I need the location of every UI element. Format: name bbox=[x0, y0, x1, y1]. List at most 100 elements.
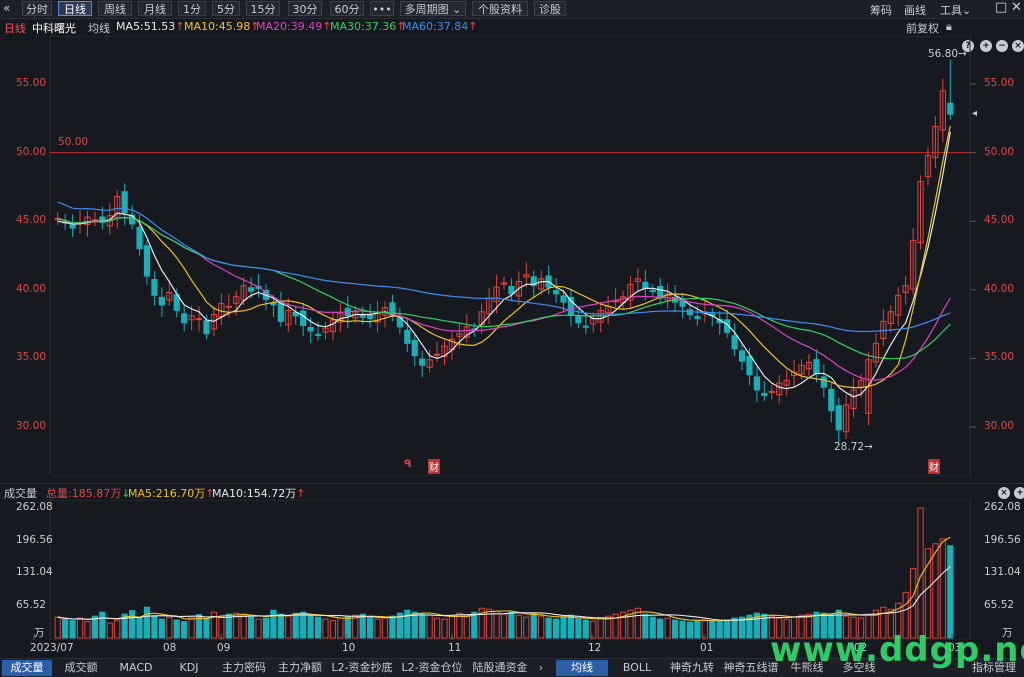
tab-main-code[interactable]: 主力密码 bbox=[218, 660, 270, 676]
tools-label: 工具 bbox=[940, 4, 962, 17]
volume-bar bbox=[716, 621, 723, 639]
volume-bar bbox=[530, 612, 537, 639]
volume-bar bbox=[307, 614, 314, 639]
tab-boll[interactable]: BOLL bbox=[612, 660, 662, 676]
candle bbox=[262, 284, 270, 310]
volume-bar bbox=[270, 609, 277, 639]
volume-bar bbox=[724, 619, 731, 639]
tab-30min[interactable]: 30分 bbox=[288, 1, 322, 16]
current-price-marker-icon: ◂ bbox=[972, 108, 978, 119]
tab-turnover[interactable]: 成交额 bbox=[56, 660, 106, 676]
candle bbox=[917, 175, 924, 250]
chips-button[interactable]: 筹码 bbox=[870, 2, 892, 18]
more-button[interactable]: ••• bbox=[370, 1, 394, 16]
candle bbox=[657, 278, 664, 306]
volume-bar bbox=[649, 616, 656, 639]
candle-body bbox=[136, 226, 143, 250]
volume-ma10: MA10:154.72万↑ bbox=[212, 487, 306, 500]
x-axis-label: 11 bbox=[448, 642, 462, 654]
volume-bar bbox=[359, 613, 366, 639]
add-icon[interactable]: + bbox=[1014, 487, 1024, 499]
price-tick: 50.00 bbox=[984, 145, 1015, 158]
volume-bar bbox=[500, 613, 508, 639]
earnings-marker[interactable]: 财 bbox=[428, 459, 440, 474]
candle-body bbox=[300, 310, 307, 326]
candle bbox=[828, 383, 835, 423]
ma-label[interactable]: 均线 bbox=[88, 20, 110, 36]
volume-bar bbox=[433, 617, 441, 639]
candle-body bbox=[649, 289, 656, 292]
tab-weekly[interactable]: 周线 bbox=[98, 1, 132, 16]
tab-main-net[interactable]: 主力净额 bbox=[274, 660, 326, 676]
tab-volume[interactable]: 成交量 bbox=[2, 660, 52, 676]
volume-tick: 131.04 bbox=[16, 566, 53, 578]
tab-15min[interactable]: 15分 bbox=[246, 1, 280, 16]
price-tick: 45.00 bbox=[984, 214, 1015, 227]
candle bbox=[567, 289, 575, 327]
candle-body bbox=[835, 405, 842, 431]
ma10-legend: MA10:45.98↑ bbox=[184, 20, 260, 33]
volume-tick: 65.52 bbox=[16, 598, 47, 611]
volume-bar bbox=[523, 616, 530, 639]
price-tick: 40.00 bbox=[16, 282, 47, 295]
tab-daily[interactable]: 日线 bbox=[58, 1, 92, 16]
tab-1min[interactable]: 1分 bbox=[178, 1, 206, 16]
volume-bar bbox=[441, 618, 448, 639]
maximize-icon[interactable]: □ bbox=[995, 0, 1007, 15]
tab-magic-nine[interactable]: 神奇九转 bbox=[666, 660, 718, 676]
tab-northbound[interactable]: 陆股通资金 bbox=[470, 660, 530, 676]
tab-5min[interactable]: 5分 bbox=[212, 1, 240, 16]
tab-60min[interactable]: 60分 bbox=[330, 1, 364, 16]
tab-l2-position[interactable]: L2-资金仓位 bbox=[398, 660, 466, 676]
price-tick: 45.00 bbox=[16, 214, 47, 227]
tab-macd[interactable]: MACD bbox=[112, 660, 160, 676]
double-chevron-left-icon[interactable]: « bbox=[3, 1, 10, 15]
ma30-legend: MA30:37.36↑ bbox=[330, 20, 406, 33]
candle bbox=[292, 306, 299, 325]
candle bbox=[381, 301, 389, 328]
tab-monthly[interactable]: 月线 bbox=[138, 1, 172, 16]
chevron-right-icon[interactable]: › bbox=[534, 660, 548, 676]
settings-icon[interactable]: × bbox=[998, 487, 1010, 499]
candle bbox=[619, 290, 627, 310]
candlestick-chart[interactable] bbox=[0, 36, 1024, 476]
event-marker[interactable]: ᑫ bbox=[404, 459, 411, 470]
draw-line-button[interactable]: 画线 bbox=[904, 2, 926, 18]
candle bbox=[753, 366, 760, 403]
tab-l2-bottom[interactable]: L2-资金抄底 bbox=[330, 660, 394, 676]
x-axis-label: 09 bbox=[217, 642, 231, 654]
close-icon[interactable]: ✕ bbox=[1011, 0, 1022, 15]
multi-period-label: 多周期图 bbox=[404, 3, 449, 16]
candle-body bbox=[411, 339, 418, 357]
top-toolbar: « 分时 日线 周线 月线 1分 5分 15分 30分 60分 ••• 多周期图… bbox=[0, 0, 1024, 19]
tab-intraday[interactable]: 分时 bbox=[22, 1, 52, 16]
tab-kdj[interactable]: KDJ bbox=[166, 660, 212, 676]
ma-legend-row: 日线 中科曙光 均线 MA5:51.53↑ MA10:45.98↑ MA20:3… bbox=[0, 19, 1024, 52]
candle bbox=[448, 330, 456, 360]
candle bbox=[389, 294, 396, 322]
multi-period-dropdown[interactable]: 多周期图 ⌄ bbox=[400, 1, 466, 16]
candle-body bbox=[813, 359, 820, 374]
lock-icon[interactable]: 🔒︎ bbox=[946, 20, 952, 34]
tools-button[interactable]: 工具⌄ bbox=[940, 2, 971, 18]
tab-ma[interactable]: 均线 bbox=[556, 660, 608, 676]
volume-bar bbox=[671, 619, 679, 639]
volume-bar bbox=[560, 616, 567, 639]
candle bbox=[91, 211, 99, 227]
x-axis-label: 10 bbox=[342, 642, 356, 654]
volume-chart[interactable] bbox=[0, 500, 1024, 640]
volume-bar bbox=[545, 617, 552, 639]
candle-body bbox=[746, 355, 753, 376]
x-axis-label: 08 bbox=[163, 642, 177, 654]
earnings-marker[interactable]: 财 bbox=[928, 459, 940, 474]
volume-bar bbox=[322, 618, 329, 639]
candle bbox=[76, 210, 84, 234]
price-tick: 55.00 bbox=[16, 77, 47, 89]
adjust-label[interactable]: 前复权 bbox=[906, 20, 939, 36]
candle-body bbox=[248, 287, 255, 292]
candle bbox=[664, 283, 671, 309]
candle bbox=[285, 298, 292, 332]
volume-bar bbox=[106, 622, 113, 639]
diagnose-button[interactable]: 诊股 bbox=[534, 1, 566, 16]
stock-profile-button[interactable]: 个股资料 bbox=[472, 1, 528, 16]
